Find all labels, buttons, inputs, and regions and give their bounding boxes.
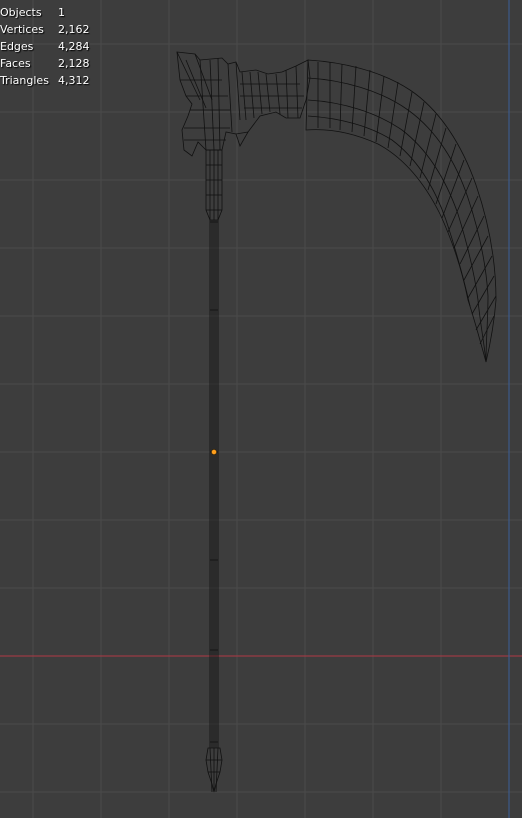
stat-label: Faces bbox=[0, 57, 31, 70]
stat-value: 1 bbox=[58, 6, 65, 19]
collar-mesh bbox=[205, 149, 223, 221]
viewport-grid bbox=[0, 0, 522, 818]
statistics-overlay: Objects 1 Vertices 2,162 Edges 4,284 Fac… bbox=[0, 4, 90, 89]
3d-viewport[interactable]: Objects 1 Vertices 2,162 Edges 4,284 Fac… bbox=[0, 0, 522, 818]
blade-mesh bbox=[305, 59, 497, 363]
stat-row-edges: Edges 4,284 bbox=[0, 38, 90, 55]
stat-label: Vertices bbox=[0, 23, 44, 36]
object-origin-dot bbox=[211, 449, 217, 455]
stat-label: Edges bbox=[0, 40, 34, 53]
stat-label: Objects bbox=[0, 6, 42, 19]
scythe-wireframe bbox=[176, 51, 497, 793]
stat-row-faces: Faces 2,128 bbox=[0, 55, 90, 72]
stat-value: 2,162 bbox=[58, 23, 90, 36]
stat-label: Triangles bbox=[0, 74, 49, 87]
head-mesh bbox=[176, 51, 311, 157]
bottom-spike-mesh bbox=[205, 747, 223, 793]
stat-row-triangles: Triangles 4,312 bbox=[0, 72, 90, 89]
shaft-mesh bbox=[209, 220, 219, 748]
stat-value: 4,312 bbox=[58, 74, 90, 87]
stat-row-objects: Objects 1 bbox=[0, 4, 90, 21]
stat-row-vertices: Vertices 2,162 bbox=[0, 21, 90, 38]
stat-value: 2,128 bbox=[58, 57, 90, 70]
stat-value: 4,284 bbox=[58, 40, 90, 53]
